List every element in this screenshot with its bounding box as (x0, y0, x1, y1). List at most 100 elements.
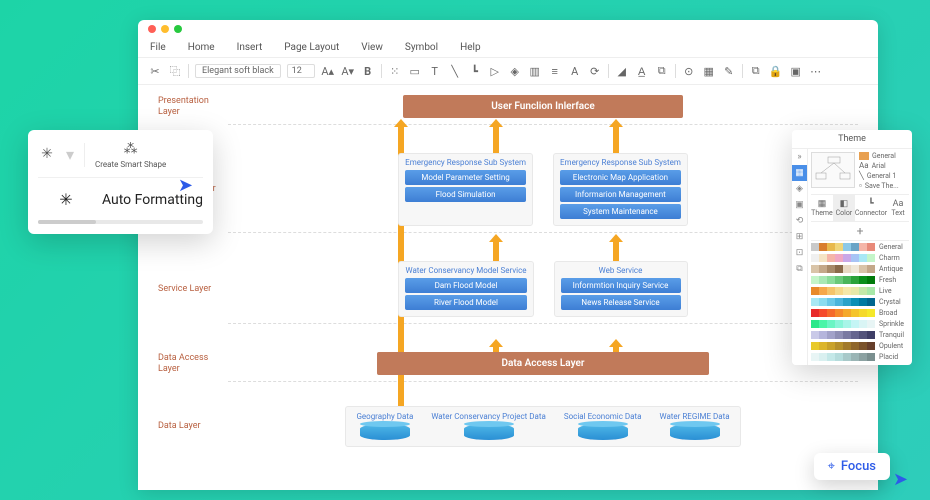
swatch-row[interactable]: Tranquil (811, 329, 909, 340)
color-swatch[interactable] (811, 342, 819, 350)
color-swatch[interactable] (859, 309, 867, 317)
swatch-row[interactable]: Charm (811, 252, 909, 263)
color-swatch[interactable] (811, 254, 819, 262)
theme-side-expand[interactable]: » (792, 149, 807, 165)
blue-item[interactable]: System Maintenance (560, 204, 681, 219)
swatch-row[interactable]: Live (811, 285, 909, 296)
theme-tab-connector[interactable]: ┗ Connector (855, 195, 887, 221)
data-cyl-item[interactable]: Geography Data (356, 413, 413, 440)
theme-side-layers[interactable]: ◈ (792, 181, 807, 197)
canvas[interactable]: Presentation Layer User Funclion Inlerfa… (138, 85, 878, 485)
color-swatch[interactable] (819, 276, 827, 284)
color-swatch[interactable] (851, 254, 859, 262)
color-swatch[interactable] (811, 353, 819, 361)
color-swatch[interactable] (827, 276, 835, 284)
color-swatch[interactable] (811, 320, 819, 328)
theme-preview[interactable] (811, 152, 855, 188)
color-swatch[interactable] (867, 309, 875, 317)
color-swatch[interactable] (867, 331, 875, 339)
service-left-box[interactable]: Water Conservancy Model Service Dam Floo… (398, 261, 533, 317)
color-swatch[interactable] (827, 287, 835, 295)
color-swatch[interactable] (811, 309, 819, 317)
business-right-box[interactable]: Emergency Response Sub System Electronic… (553, 153, 688, 226)
color-swatch[interactable] (859, 298, 867, 306)
color-swatch[interactable] (851, 276, 859, 284)
blue-item[interactable]: Infornmtion Inquiry Service (561, 278, 681, 293)
color-swatch[interactable] (827, 309, 835, 317)
blue-item[interactable]: Informarion Management (560, 187, 681, 202)
theme-tab-color[interactable]: ◧ Color (833, 195, 855, 221)
color-swatch[interactable] (859, 254, 867, 262)
bold-icon[interactable]: B (361, 64, 375, 78)
color-swatch[interactable] (835, 287, 843, 295)
theme-side-grid[interactable]: ⊞ (792, 229, 807, 245)
color-swatch[interactable] (843, 276, 851, 284)
menu-symbol[interactable]: Symbol (405, 42, 438, 53)
color-swatch[interactable] (851, 353, 859, 361)
data-cylinders-box[interactable]: Geography Data Water Conservancy Project… (345, 406, 740, 447)
rectangle-icon[interactable]: ▭ (408, 64, 422, 78)
pointer-icon[interactable]: ▷ (488, 64, 502, 78)
color-swatch[interactable] (835, 276, 843, 284)
color-swatch[interactable] (851, 265, 859, 273)
color-swatch[interactable] (835, 298, 843, 306)
color-swatch[interactable] (811, 331, 819, 339)
color-swatch[interactable] (835, 353, 843, 361)
color-swatch[interactable] (811, 276, 819, 284)
font-icon[interactable]: A (568, 64, 582, 78)
color-swatch[interactable] (867, 254, 875, 262)
theme-opt[interactable]: ╲General 1 (859, 171, 899, 180)
color-swatch[interactable] (819, 265, 827, 273)
color-swatch[interactable] (819, 331, 827, 339)
swatch-row[interactable]: Placid (811, 351, 909, 362)
font-select[interactable]: Elegant soft black (195, 64, 281, 78)
color-swatch[interactable] (827, 320, 835, 328)
dropdown-chevron[interactable]: ▾ (66, 145, 74, 164)
color-swatch[interactable] (811, 298, 819, 306)
maximize-dot[interactable] (174, 25, 182, 33)
lock-icon[interactable]: 🔒 (769, 64, 783, 78)
color-swatch[interactable] (867, 353, 875, 361)
color-swatch[interactable] (859, 243, 867, 251)
font-decrease-icon[interactable]: A▾ (341, 64, 355, 78)
blue-item[interactable]: River Flood Model (405, 295, 526, 310)
color-swatch[interactable] (851, 309, 859, 317)
menu-file[interactable]: File (150, 42, 166, 53)
color-swatch[interactable] (835, 309, 843, 317)
auto-fit-item[interactable]: ✳ (38, 145, 56, 165)
theme-tab-theme[interactable]: ▦ Theme (811, 195, 833, 221)
color-swatch[interactable] (843, 331, 851, 339)
color-swatch[interactable] (851, 320, 859, 328)
color-swatch[interactable] (827, 298, 835, 306)
swatch-row[interactable]: Opulent (811, 340, 909, 351)
color-swatch[interactable] (843, 243, 851, 251)
theme-opt[interactable]: AaArial (859, 161, 899, 170)
blue-item[interactable]: Electronic Map Application (560, 170, 681, 185)
theme-side-history[interactable]: ⟲ (792, 213, 807, 229)
color-swatch[interactable] (827, 331, 835, 339)
chart-icon[interactable]: ▥ (528, 64, 542, 78)
data-cyl-item[interactable]: Social Economic Data (564, 413, 642, 440)
theme-side-library[interactable]: ⧉ (792, 261, 807, 277)
color-swatch[interactable] (859, 331, 867, 339)
color-swatch[interactable] (819, 320, 827, 328)
text-icon[interactable]: T (428, 64, 442, 78)
fill-color-icon[interactable]: ◢ (615, 64, 629, 78)
service-right-box[interactable]: Web Service Infornmtion Inquiry Service … (554, 261, 688, 317)
copy-icon[interactable]: ⿻ (168, 64, 182, 78)
swatch-row[interactable]: Sprinkle (811, 318, 909, 329)
line-icon[interactable]: ╲ (448, 64, 462, 78)
presentation-box[interactable]: User Funclion Inlerface (403, 95, 683, 118)
add-theme-button[interactable]: + (811, 222, 909, 241)
blue-item[interactable]: Model Parameter Setting (405, 170, 526, 185)
theme-tab-text[interactable]: Aa Text (887, 195, 909, 221)
color-swatch[interactable] (843, 254, 851, 262)
slider[interactable] (38, 220, 203, 224)
color-swatch[interactable] (843, 298, 851, 306)
color-swatch[interactable] (843, 353, 851, 361)
group-icon[interactable]: ⧉ (749, 64, 763, 78)
swatch-row[interactable]: Antique (811, 263, 909, 274)
color-swatch[interactable] (827, 243, 835, 251)
minimize-dot[interactable] (161, 25, 169, 33)
color-swatch[interactable] (851, 287, 859, 295)
